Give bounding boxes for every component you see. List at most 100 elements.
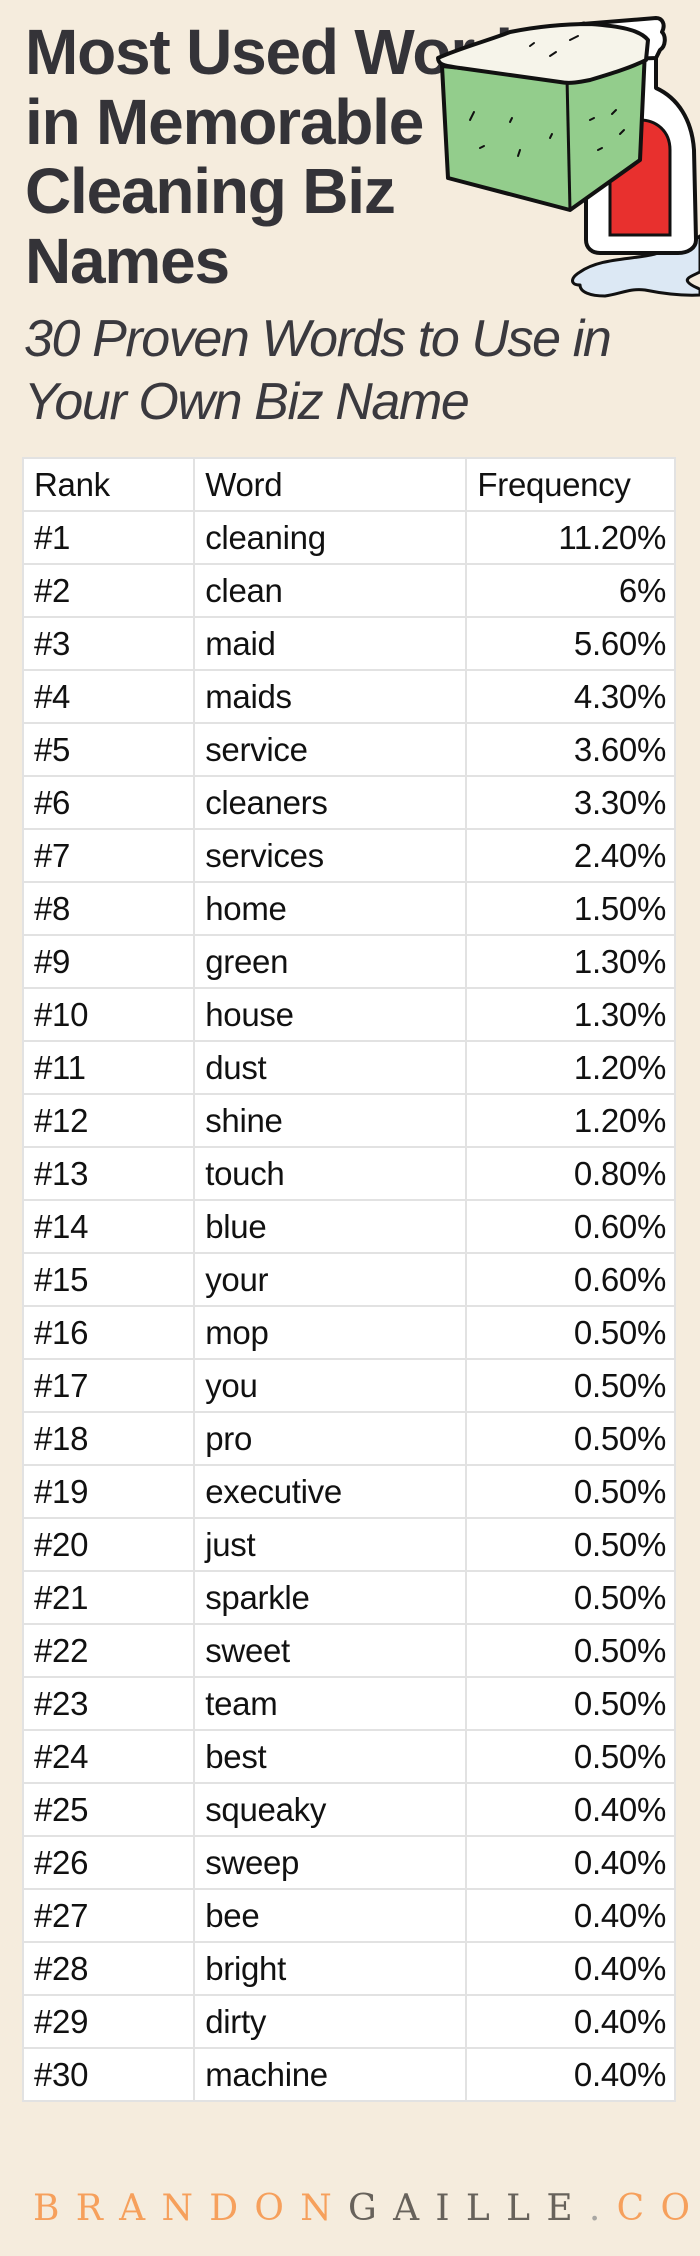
word-cell: squeaky xyxy=(193,1782,468,1837)
table-row: #15 your 0.60% xyxy=(21,1252,676,1307)
table-row: #26 sweep 0.40% xyxy=(21,1835,676,1890)
table-row: #30 machine 0.40% xyxy=(21,2047,676,2102)
table-row: #8 home 1.50% xyxy=(21,881,676,936)
frequency-cell: 0.40% xyxy=(465,1782,676,1837)
frequency-cell: 0.50% xyxy=(465,1358,676,1413)
rank-cell: #3 xyxy=(21,616,196,671)
word-cell: cleaning xyxy=(193,510,468,565)
frequency-cell: 0.50% xyxy=(465,1676,676,1731)
rank-cell: #28 xyxy=(21,1941,196,1996)
rank-cell: #26 xyxy=(21,1835,196,1890)
word-cell: blue xyxy=(193,1199,468,1254)
word-cell: clean xyxy=(193,563,468,618)
frequency-cell: 0.50% xyxy=(465,1729,676,1784)
frequency-cell: 0.50% xyxy=(465,1517,676,1572)
frequency-cell: 0.50% xyxy=(465,1623,676,1678)
word-cell: bright xyxy=(193,1941,468,1996)
table-row: #14 blue 0.60% xyxy=(21,1199,676,1254)
table-row: #28 bright 0.40% xyxy=(21,1941,676,1996)
rank-cell: #17 xyxy=(21,1358,196,1413)
table-header-row: Rank Word Frequency xyxy=(21,457,676,512)
column-header-frequency: Frequency xyxy=(465,457,676,512)
brand-part-com: COM xyxy=(616,2188,700,2229)
table-row: #13 touch 0.80% xyxy=(21,1146,676,1201)
rank-cell: #2 xyxy=(21,563,196,618)
frequency-cell: 1.30% xyxy=(465,934,676,989)
word-cell: mop xyxy=(193,1305,468,1360)
word-frequency-table: Rank Word Frequency #1 cleaning 11.20% #2 cl… xyxy=(21,457,676,2102)
table-row: #20 just 0.50% xyxy=(21,1517,676,1572)
rank-cell: #1 xyxy=(21,510,196,565)
word-cell: sweep xyxy=(193,1835,468,1890)
table-row: #19 executive 0.50% xyxy=(21,1464,676,1519)
frequency-cell: 0.40% xyxy=(465,1994,676,2049)
frequency-cell: 0.50% xyxy=(465,1464,676,1519)
rank-cell: #27 xyxy=(21,1888,196,1943)
brand-dot: . xyxy=(588,2188,617,2229)
word-cell: shine xyxy=(193,1093,468,1148)
frequency-cell: 0.40% xyxy=(465,2047,676,2102)
rank-cell: #29 xyxy=(21,1994,196,2049)
frequency-cell: 4.30% xyxy=(465,669,676,724)
word-cell: service xyxy=(193,722,468,777)
word-cell: touch xyxy=(193,1146,468,1201)
rank-cell: #15 xyxy=(21,1252,196,1307)
rank-cell: #21 xyxy=(21,1570,196,1625)
word-cell: you xyxy=(193,1358,468,1413)
frequency-cell: 2.40% xyxy=(465,828,676,883)
word-cell: sweet xyxy=(193,1623,468,1678)
table-row: #29 dirty 0.40% xyxy=(21,1994,676,2049)
brand-part-gaille: GAILLE xyxy=(348,2188,589,2229)
frequency-cell: 11.20% xyxy=(465,510,676,565)
word-cell: machine xyxy=(193,2047,468,2102)
table-row: #22 sweet 0.50% xyxy=(21,1623,676,1678)
frequency-cell: 1.20% xyxy=(465,1040,676,1095)
frequency-cell: 1.50% xyxy=(465,881,676,936)
table-row: #10 house 1.30% xyxy=(21,987,676,1042)
frequency-cell: 3.30% xyxy=(465,775,676,830)
word-cell: services xyxy=(193,828,468,883)
rank-cell: #30 xyxy=(21,2047,196,2102)
rank-cell: #14 xyxy=(21,1199,196,1254)
frequency-cell: 0.60% xyxy=(465,1252,676,1307)
word-cell: green xyxy=(193,934,468,989)
rank-cell: #11 xyxy=(21,1040,196,1095)
frequency-cell: 3.60% xyxy=(465,722,676,777)
brand-part-brandon: BRANDON xyxy=(33,2188,349,2229)
rank-cell: #4 xyxy=(21,669,196,724)
frequency-cell: 6% xyxy=(465,563,676,618)
frequency-cell: 1.30% xyxy=(465,987,676,1042)
table-row: #17 you 0.50% xyxy=(21,1358,676,1413)
word-cell: maid xyxy=(193,616,468,671)
rank-cell: #24 xyxy=(21,1729,196,1784)
rank-cell: #19 xyxy=(21,1464,196,1519)
table-row: #3 maid 5.60% xyxy=(21,616,676,671)
word-cell: cleaners xyxy=(193,775,468,830)
table-row: #5 service 3.60% xyxy=(21,722,676,777)
table-row: #11 dust 1.20% xyxy=(21,1040,676,1095)
frequency-cell: 0.80% xyxy=(465,1146,676,1201)
frequency-cell: 0.50% xyxy=(465,1305,676,1360)
rank-cell: #7 xyxy=(21,828,196,883)
table-row: #2 clean 6% xyxy=(21,563,676,618)
rank-cell: #8 xyxy=(21,881,196,936)
word-cell: your xyxy=(193,1252,468,1307)
table-row: #23 team 0.50% xyxy=(21,1676,676,1731)
subtitle-line: Your Own Biz Name xyxy=(24,373,470,431)
frequency-cell: 0.60% xyxy=(465,1199,676,1254)
page-subtitle: 30 Proven Words to Use in Your Own Biz N… xyxy=(24,308,612,434)
table-body: #1 cleaning 11.20% #2 clean 6% #3 maid 5.60% #4 ma… xyxy=(21,510,676,2102)
table-row: #27 bee 0.40% xyxy=(21,1888,676,1943)
rank-cell: #22 xyxy=(21,1623,196,1678)
brand-footer: BRANDONGAILLE.COM xyxy=(33,2189,700,2229)
rank-cell: #12 xyxy=(21,1093,196,1148)
table-row: #6 cleaners 3.30% xyxy=(21,775,676,830)
rank-cell: #16 xyxy=(21,1305,196,1360)
table-row: #21 sparkle 0.50% xyxy=(21,1570,676,1625)
frequency-cell: 5.60% xyxy=(465,616,676,671)
rank-cell: #13 xyxy=(21,1146,196,1201)
table-row: #25 squeaky 0.40% xyxy=(21,1782,676,1837)
frequency-cell: 0.40% xyxy=(465,1835,676,1890)
frequency-cell: 1.20% xyxy=(465,1093,676,1148)
frequency-cell: 0.40% xyxy=(465,1888,676,1943)
